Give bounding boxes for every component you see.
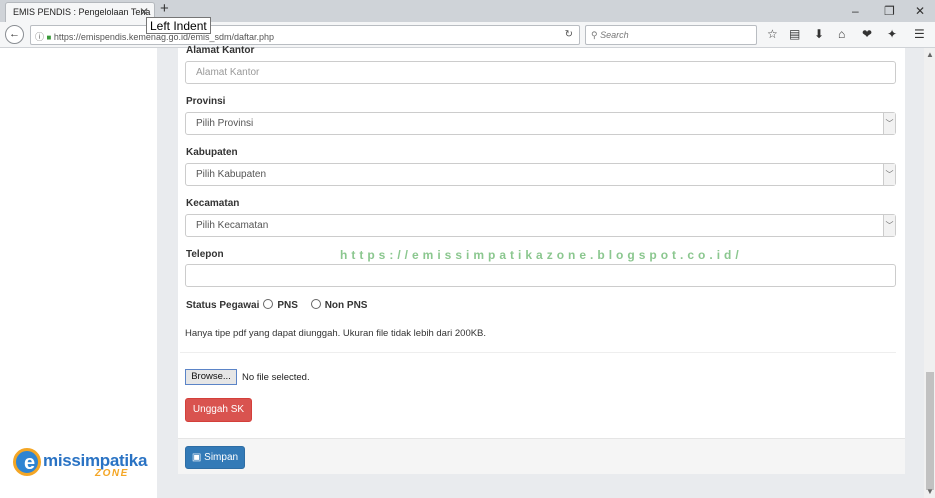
bookmark-star-icon[interactable]: ☆: [767, 27, 778, 41]
kecamatan-value: Pilih Kecamatan: [196, 220, 269, 231]
new-tab-button[interactable]: +: [160, 0, 169, 17]
radio-pns-label: PNS: [277, 300, 298, 311]
download-icon[interactable]: ⬇: [814, 27, 824, 41]
status-pegawai-row: Status Pegawai PNS Non PNS: [186, 299, 367, 311]
form-footer: [178, 438, 905, 474]
alamat-kantor-input[interactable]: Alamat Kantor: [185, 61, 896, 84]
kabupaten-select[interactable]: Pilih Kabupaten ﹀: [185, 163, 896, 186]
site-logo: e missimpatika ZONE: [13, 446, 147, 480]
logo-emblem: e: [13, 448, 41, 476]
telepon-label: Telepon: [186, 249, 224, 260]
divider: [180, 352, 896, 353]
search-input[interactable]: ⚲ Search: [585, 25, 757, 45]
chevron-down-icon[interactable]: ﹀: [883, 164, 895, 185]
reload-icon[interactable]: ↻: [565, 29, 573, 40]
chevron-down-icon[interactable]: ﹀: [883, 215, 895, 236]
kecamatan-label: Kecamatan: [186, 198, 240, 209]
radio-pns[interactable]: [263, 299, 274, 309]
unggah-sk-button[interactable]: Unggah SK: [185, 398, 252, 422]
simpan-label: Simpan: [204, 452, 239, 463]
url-bar[interactable]: ⓘ ■ https://emispendis.kemenag.go.id/emi…: [30, 25, 580, 45]
provinsi-select[interactable]: Pilih Provinsi ﹀: [185, 112, 896, 135]
browser-tab[interactable]: EMIS PENDIS : Pengelolaan Tena ✕: [5, 2, 155, 22]
provinsi-value: Pilih Provinsi: [196, 118, 254, 129]
pocket-icon[interactable]: ❤: [862, 27, 872, 41]
scroll-up-icon[interactable]: ▲: [926, 50, 934, 59]
provinsi-label: Provinsi: [186, 96, 226, 107]
maximize-icon[interactable]: ❐: [884, 4, 895, 18]
kecamatan-select[interactable]: Pilih Kecamatan ﹀: [185, 214, 896, 237]
home-icon[interactable]: ⌂: [838, 27, 845, 41]
tab-title: EMIS PENDIS : Pengelolaan Tena: [13, 7, 151, 17]
search-placeholder: Search: [600, 30, 629, 40]
watermark-url: https://emissimpatikazone.blogspot.co.id…: [340, 248, 743, 262]
tab-bar: EMIS PENDIS : Pengelolaan Tena ✕ + – ❐ ✕: [0, 0, 935, 22]
status-pegawai-label: Status Pegawai: [186, 300, 260, 311]
kabupaten-value: Pilih Kabupaten: [196, 169, 267, 180]
sidebar: [0, 48, 157, 498]
kabupaten-label: Kabupaten: [186, 147, 238, 158]
file-status: No file selected.: [242, 372, 310, 383]
search-icon: ⚲: [591, 30, 598, 40]
reading-list-icon[interactable]: ▤: [789, 27, 800, 41]
save-icon: ▣: [191, 452, 202, 463]
back-button-icon[interactable]: ←: [5, 25, 24, 44]
minimize-icon[interactable]: –: [852, 4, 859, 18]
window-close-icon[interactable]: ✕: [915, 4, 925, 18]
alamat-kantor-label: Alamat Kantor: [186, 45, 255, 56]
scrollbar-thumb[interactable]: [926, 372, 934, 490]
simpan-button[interactable]: ▣ Simpan: [185, 446, 245, 469]
browse-button[interactable]: Browse...: [185, 369, 237, 385]
tooltip: Left Indent: [146, 17, 211, 34]
radio-non-pns-label: Non PNS: [324, 300, 368, 311]
info-icon[interactable]: ⓘ: [35, 32, 44, 42]
chevron-down-icon[interactable]: ﹀: [883, 113, 895, 134]
menu-icon[interactable]: ☰: [914, 27, 925, 41]
logo-subtext: ZONE: [95, 468, 129, 479]
scroll-down-icon[interactable]: ▼: [926, 487, 934, 496]
radio-non-pns[interactable]: [310, 299, 321, 309]
upload-note: Hanya tipe pdf yang dapat diunggah. Ukur…: [185, 328, 487, 339]
telepon-input[interactable]: [185, 264, 896, 287]
nav-bar: ← ⓘ ■ https://emispendis.kemenag.go.id/e…: [0, 22, 935, 48]
extension-icon[interactable]: ✦: [887, 27, 897, 41]
lock-icon: ■: [46, 33, 52, 42]
